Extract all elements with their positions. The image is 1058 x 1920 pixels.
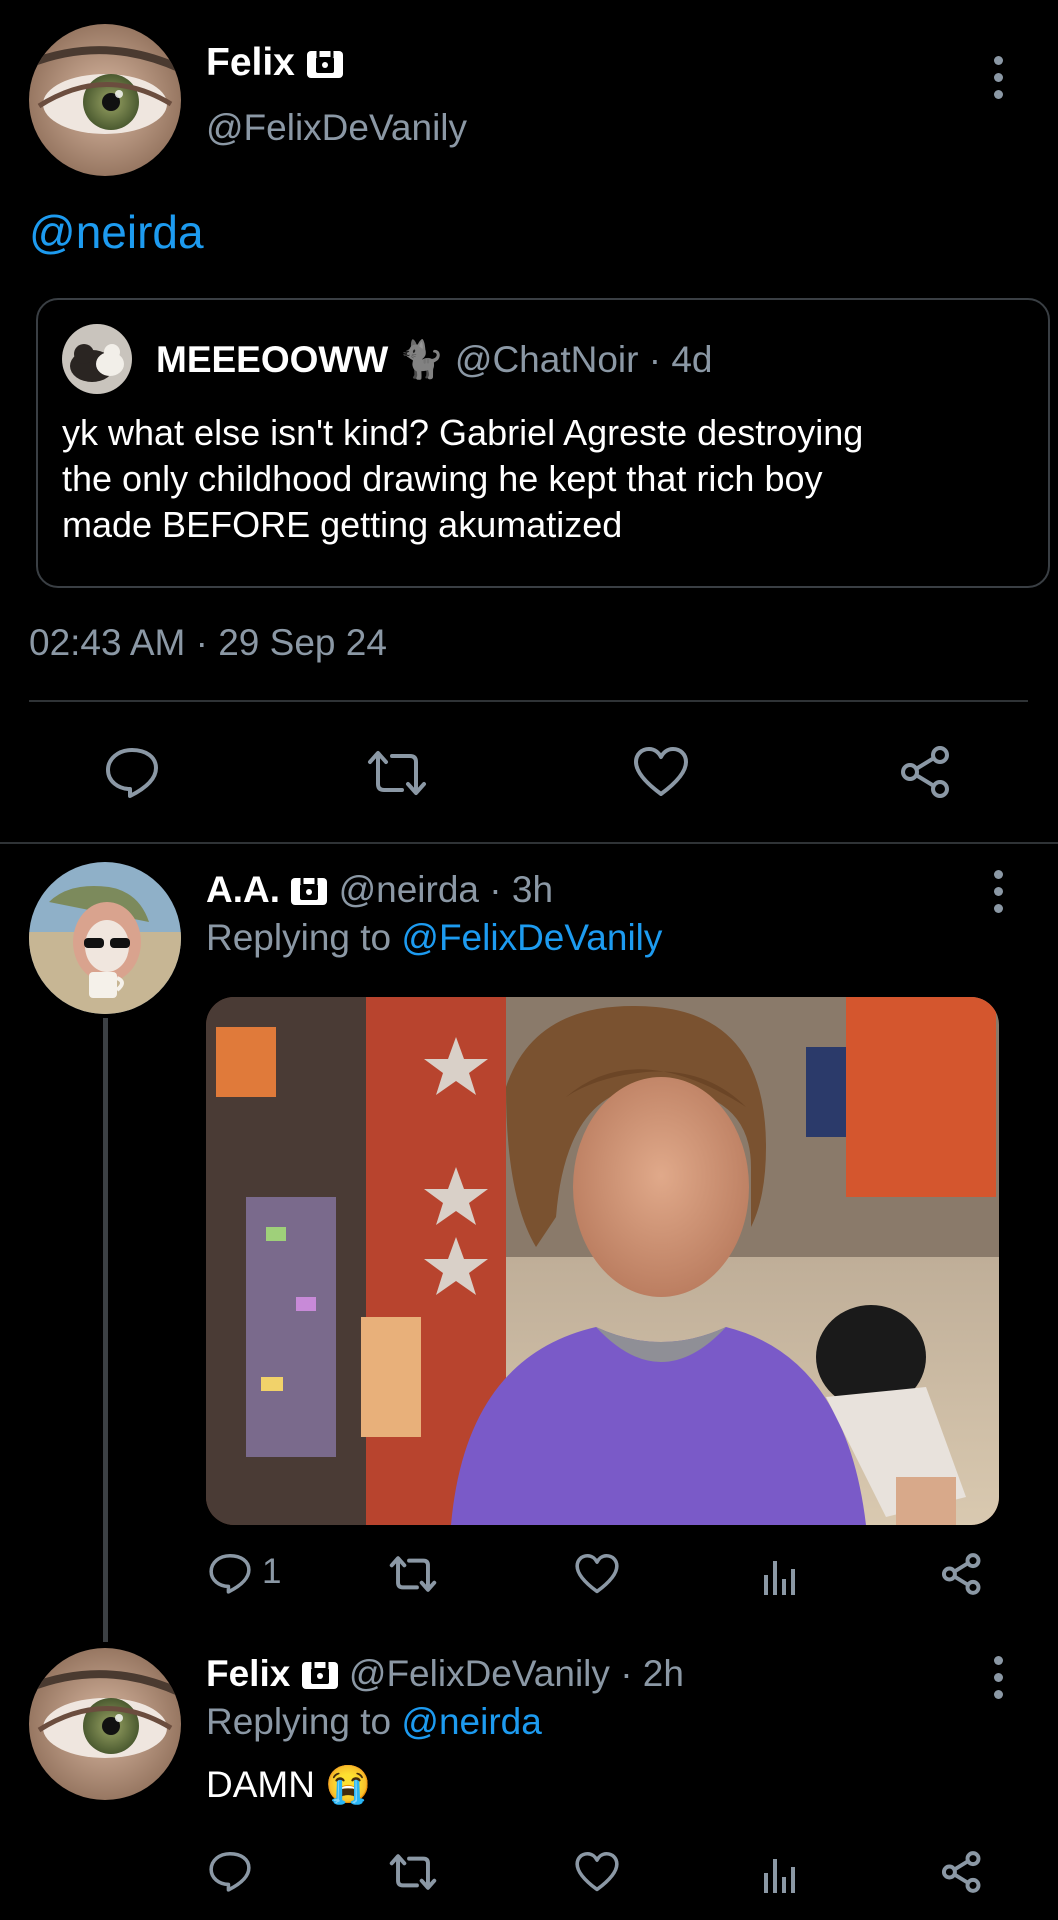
quoted-time: · 4d [648, 339, 713, 380]
quoted-text-line: made BEFORE getting akumatized [62, 504, 623, 545]
lock-icon [290, 870, 328, 906]
author-name[interactable]: Felix [206, 41, 295, 84]
more-options-icon[interactable] [991, 1656, 1005, 1699]
crying-emoji-icon: 😭 [325, 1764, 372, 1805]
author-handle[interactable]: @neirda [339, 869, 479, 910]
quoted-text-line: yk what else isn't kind? Gabriel Agreste… [62, 412, 864, 453]
tweet-timestamp: 02:43 AM · 29 Sep 24 [29, 622, 387, 663]
retweet-icon[interactable] [387, 1554, 439, 1594]
author-name[interactable]: A.A. [206, 869, 280, 910]
like-icon[interactable] [574, 1553, 620, 1595]
replying-to-link[interactable]: @FelixDeVanily [401, 917, 662, 958]
reply-icon[interactable] [104, 746, 160, 798]
share-icon[interactable] [940, 1551, 984, 1597]
thread-line [103, 1018, 108, 1642]
reply-time: · 2h [620, 1653, 684, 1694]
views-icon[interactable] [762, 1853, 800, 1893]
author-name[interactable]: Felix [206, 1653, 290, 1694]
like-icon[interactable] [632, 746, 690, 798]
replying-to-link[interactable]: @neirda [401, 1701, 541, 1742]
quoted-tweet-card[interactable]: MEEEOOWW 🐈 @ChatNoir · 4d yk what else i… [36, 298, 1050, 588]
avatar-felix[interactable] [29, 1648, 181, 1800]
quoted-text: yk what else isn't kind? Gabriel Agreste… [62, 410, 863, 548]
quoted-author-handle: @ChatNoir [454, 339, 639, 380]
author-handle[interactable]: @FelixDeVanily [349, 1653, 610, 1694]
reply-icon[interactable] [208, 1552, 252, 1594]
divider [0, 842, 1058, 844]
share-icon[interactable] [940, 1849, 984, 1895]
attached-image[interactable] [206, 997, 999, 1525]
replying-to-label: Replying to [206, 917, 392, 958]
author-handle[interactable]: @FelixDeVanily [206, 106, 467, 150]
like-icon[interactable] [574, 1851, 620, 1893]
reply-text: DAMN [206, 1764, 315, 1805]
cat-emoji-icon: 🐈 [398, 339, 445, 380]
avatar-chatnoir [62, 324, 132, 394]
quoted-author-name: MEEEOOWW [156, 339, 389, 380]
divider [29, 700, 1028, 702]
reply-count: 1 [262, 1552, 282, 1591]
share-icon[interactable] [898, 744, 954, 800]
more-options-icon[interactable] [991, 870, 1005, 913]
avatar-felix[interactable] [29, 24, 181, 176]
more-options-icon[interactable] [991, 56, 1005, 99]
quoted-text-line: the only childhood drawing he kept that … [62, 458, 823, 499]
views-icon[interactable] [762, 1555, 800, 1595]
reply-time: · 3h [489, 869, 554, 910]
lock-icon [301, 1654, 339, 1690]
retweet-icon[interactable] [387, 1852, 439, 1892]
reply-icon[interactable] [208, 1850, 252, 1892]
retweet-icon[interactable] [364, 748, 430, 798]
lock-icon [306, 43, 344, 78]
avatar-aa[interactable] [29, 862, 181, 1014]
mention-link[interactable]: @neirda [29, 205, 204, 259]
replying-to-label: Replying to [206, 1701, 392, 1742]
